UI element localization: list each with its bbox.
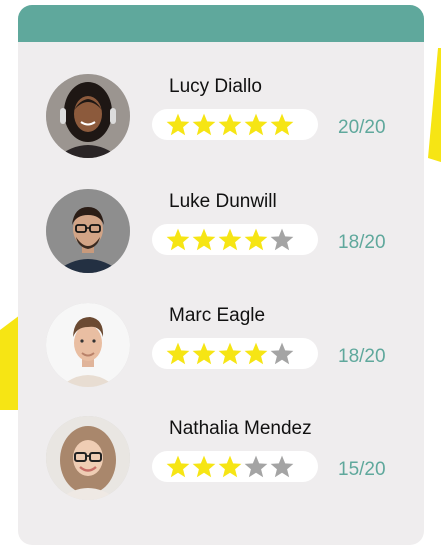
avatar-photo-icon [46,303,130,387]
star-rating [152,451,318,482]
score: 20/20 [338,117,386,138]
reviewer-name: Marc Eagle [169,305,266,326]
stars [165,341,295,366]
star-filled-icon [192,113,216,136]
star-filled-icon [192,228,216,251]
star-rating [152,338,318,369]
reviewer-name: Lucy Diallo [169,76,262,97]
star-rating [152,109,318,140]
star-filled-icon [166,228,190,251]
star-filled-icon [166,455,190,478]
avatar-photo-icon [46,189,130,273]
reviewer-row: Marc Eagle 18/20 [18,303,424,413]
stars [165,112,295,137]
star-filled-icon [192,342,216,365]
ratings-card: Lucy Diallo 20/20 Luke Dunwill 18/20 Mar… [18,5,424,545]
star-filled-icon [218,113,242,136]
star-filled-icon [244,228,268,251]
star-filled-icon [244,342,268,365]
avatar [46,74,130,158]
reviewer-name: Luke Dunwill [169,191,277,212]
avatar [46,416,130,500]
star-filled-icon [192,455,216,478]
star-empty-icon [244,455,268,478]
avatar-photo-icon [46,74,130,158]
star-filled-icon [218,342,242,365]
stars [165,454,295,479]
card-header [18,5,424,42]
star-filled-icon [270,113,294,136]
star-filled-icon [166,342,190,365]
reviewer-name: Nathalia Mendez [169,418,312,439]
avatar-photo-icon [46,416,130,500]
avatar [46,189,130,273]
star-filled-icon [166,113,190,136]
star-filled-icon [218,228,242,251]
avatar [46,303,130,387]
star-empty-icon [270,342,294,365]
stars [165,227,295,252]
star-empty-icon [270,228,294,251]
score: 18/20 [338,232,386,253]
star-empty-icon [270,455,294,478]
reviewer-row: Nathalia Mendez 15/20 [18,416,424,526]
score: 18/20 [338,346,386,367]
star-rating [152,224,318,255]
star-filled-icon [244,113,268,136]
reviewer-row: Luke Dunwill 18/20 [18,189,424,299]
score: 15/20 [338,459,386,480]
star-filled-icon [218,455,242,478]
reviewer-row: Lucy Diallo 20/20 [18,74,424,184]
